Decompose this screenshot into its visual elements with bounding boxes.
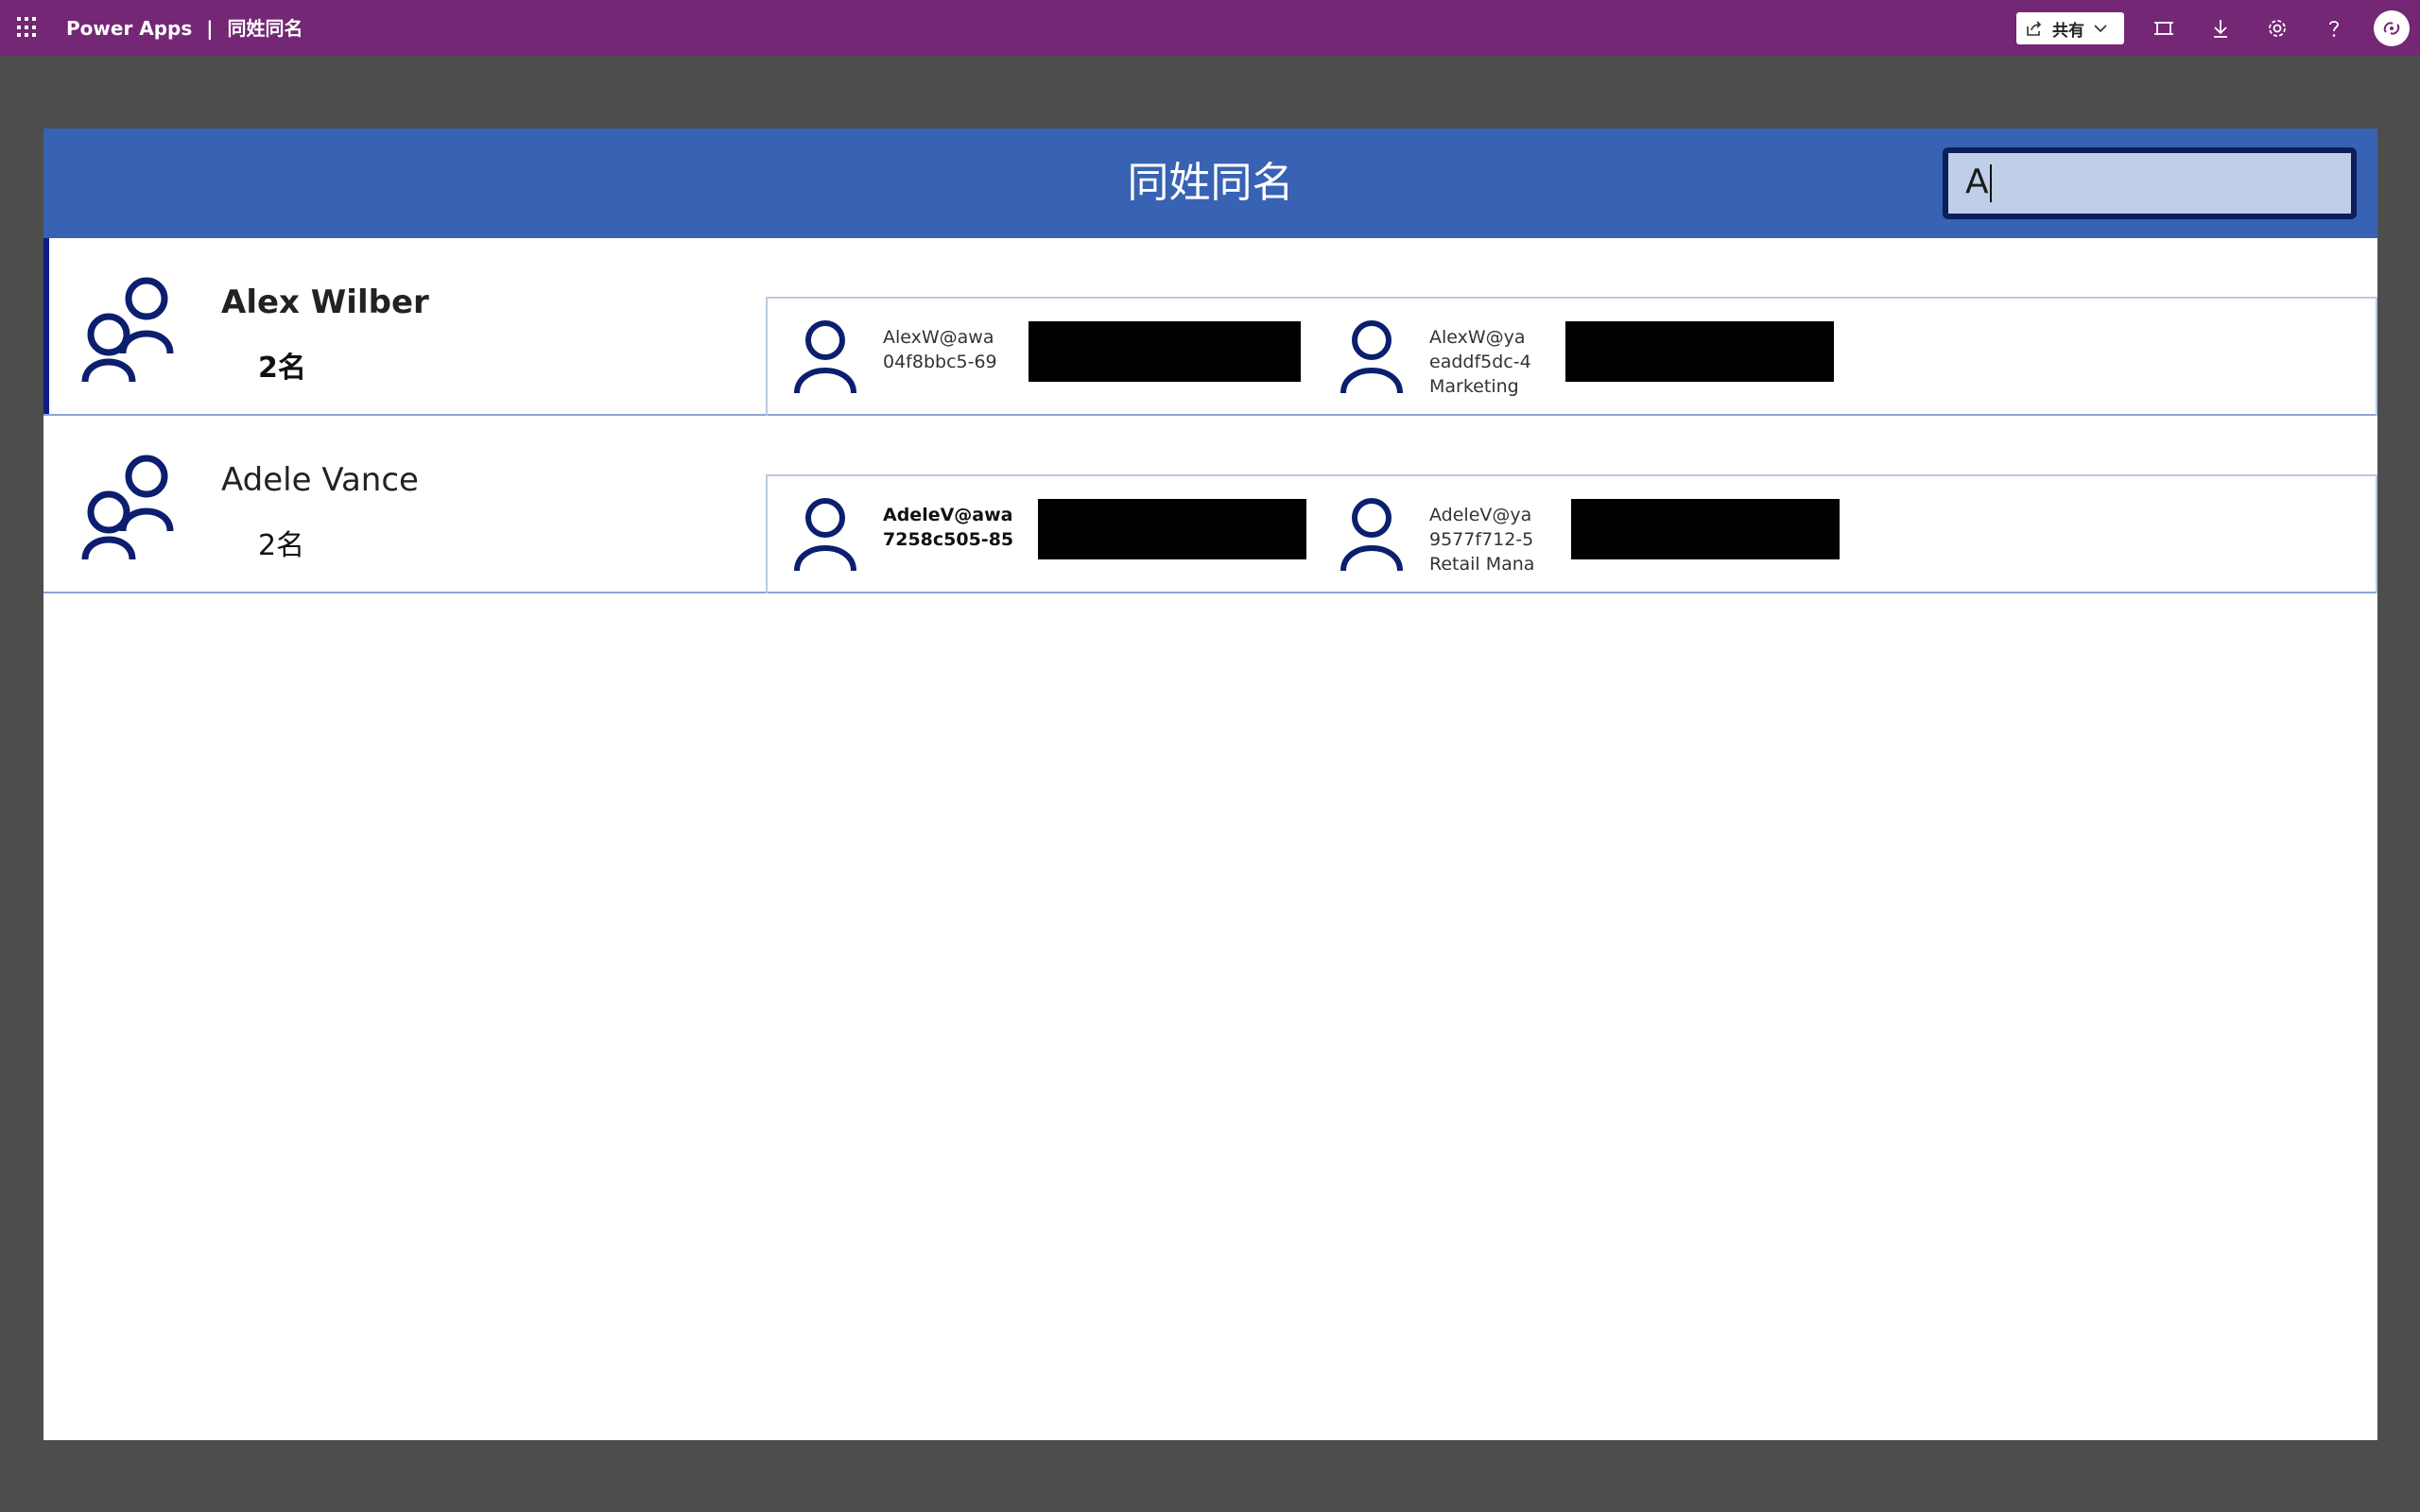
search-value: A — [1965, 163, 1989, 201]
redaction-box — [1571, 499, 1840, 559]
redaction-box — [1038, 499, 1306, 559]
download-icon[interactable] — [2205, 13, 2236, 43]
user-email: AlexW@ya — [1429, 327, 1526, 348]
title-separator: | — [206, 17, 214, 40]
user-card[interactable]: AdeleV@ya 9577f712-5 Retail Mana — [1314, 476, 1860, 593]
people-group-icon — [81, 455, 174, 560]
user-department: Retail Mana — [1429, 554, 1535, 575]
person-icon — [1340, 498, 1403, 572]
user-id: 9577f712-5 — [1429, 529, 1534, 550]
app-header: 同姓同名 A — [43, 129, 2377, 238]
app-launcher-icon[interactable] — [17, 17, 38, 38]
settings-gear-icon[interactable] — [2262, 13, 2292, 43]
person-icon — [1340, 320, 1403, 394]
user-id: 04f8bbc5-69 — [883, 352, 997, 372]
user-id: eaddf5dc-4 — [1429, 352, 1531, 372]
people-group-icon — [81, 277, 174, 383]
group-count: 2名 — [258, 352, 306, 385]
account-avatar[interactable] — [2374, 10, 2410, 46]
user-email: AdeleV@awa — [883, 505, 1013, 525]
person-icon — [794, 320, 856, 394]
fit-window-icon[interactable] — [2149, 13, 2179, 43]
redaction-box — [1565, 321, 1834, 382]
group-row[interactable]: Alex Wilber 2名 AlexW@awa 04f8bbc5-69 Ale… — [43, 238, 2377, 416]
group-row[interactable]: Adele Vance 2名 AdeleV@awa 7258c505-85 Ad… — [43, 416, 2377, 593]
redaction-box — [1028, 321, 1301, 382]
user-id: 7258c505-85 — [883, 529, 1014, 550]
user-email: AdeleV@ya — [1429, 505, 1532, 525]
user-gallery: AlexW@awa 04f8bbc5-69 AlexW@ya eaddf5dc-… — [766, 297, 2377, 416]
search-input[interactable]: A — [1943, 147, 2357, 219]
share-button[interactable]: 共有 — [2016, 12, 2124, 44]
user-card[interactable]: AlexW@ya eaddf5dc-4 Marketing — [1314, 299, 1860, 416]
group-name: Alex Wilber — [221, 284, 429, 321]
group-count: 2名 — [258, 529, 305, 562]
user-card[interactable]: AlexW@awa 04f8bbc5-69 — [768, 299, 1314, 416]
group-name: Adele Vance — [221, 461, 419, 499]
user-card[interactable]: AdeleV@awa 7258c505-85 — [768, 476, 1314, 593]
user-email: AlexW@awa — [883, 327, 994, 348]
product-name: Power Apps — [66, 17, 193, 40]
user-department: Marketing — [1429, 376, 1519, 397]
app-title: Power Apps | 同姓同名 — [66, 16, 303, 41]
person-icon — [794, 498, 856, 572]
chevron-down-icon — [2094, 25, 2107, 33]
copilot-icon — [2383, 22, 2400, 35]
user-gallery: AdeleV@awa 7258c505-85 AdeleV@ya 9577f71… — [766, 474, 2377, 593]
share-icon — [2027, 21, 2042, 36]
top-bar: Power Apps | 同姓同名 共有 — [0, 0, 2420, 56]
app-canvas: 同姓同名 A Alex Wilber 2名 AlexW@awa 04f8bbc5… — [43, 129, 2377, 1440]
help-icon[interactable] — [2319, 13, 2349, 43]
app-name: 同姓同名 — [227, 17, 303, 40]
share-label: 共有 — [2052, 21, 2084, 41]
